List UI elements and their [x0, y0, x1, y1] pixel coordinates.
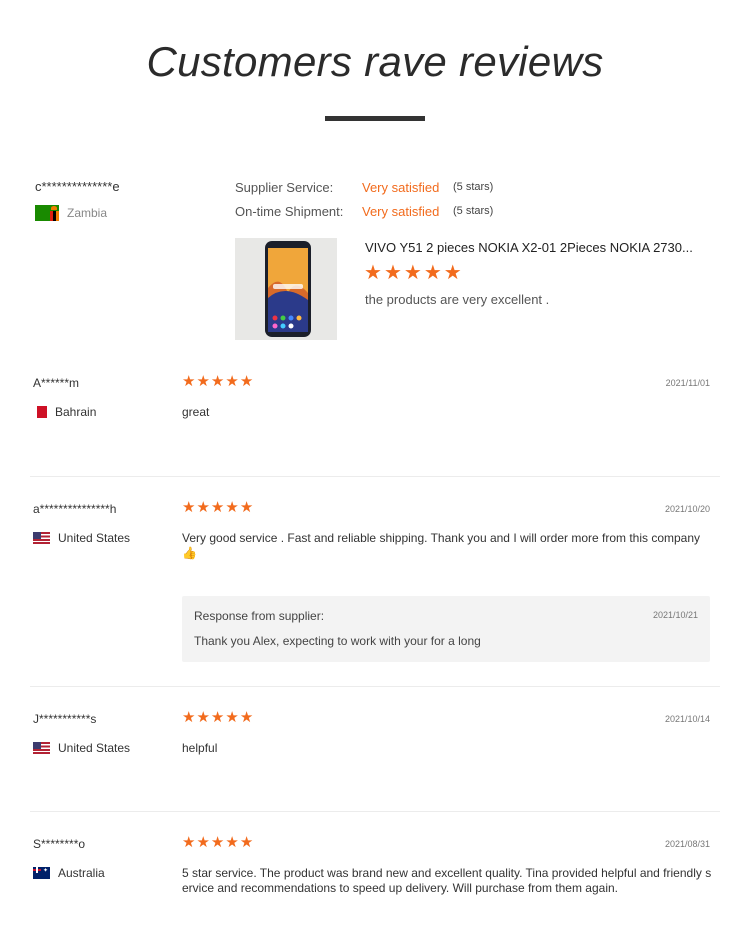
bahrain-flag-icon	[33, 406, 47, 418]
review-rating: ★ ★ ★ ★ ★	[182, 500, 253, 516]
star-icon: ★	[225, 373, 239, 390]
star-icon: ★	[239, 373, 254, 390]
review-date: 2021/10/20	[664, 504, 710, 514]
review-text: great	[182, 405, 210, 419]
star-icon: ★	[210, 499, 225, 516]
star-icon: ★	[403, 262, 422, 284]
star-icon: ★	[225, 709, 239, 726]
product-rating: ★ ★ ★ ★ ★	[364, 263, 462, 283]
shipment-stars: (5 stars)	[453, 205, 494, 217]
featured-reviewer-country: Zambia	[35, 205, 107, 221]
review-date: 2021/11/01	[665, 378, 710, 388]
star-icon: ★	[196, 709, 210, 726]
star-icon: ★	[196, 373, 210, 390]
star-icon: ★	[182, 834, 196, 851]
country-label: United States	[58, 531, 131, 545]
star-icon: ★	[210, 834, 225, 851]
supplier-service-value: Very satisfied	[362, 180, 440, 195]
star-icon: ★	[210, 373, 225, 390]
response-date: 2021/10/21	[652, 610, 698, 620]
country-label: Australia	[58, 866, 105, 880]
star-icon: ★	[210, 709, 225, 726]
star-icon: ★	[239, 499, 254, 516]
star-icon: ★	[383, 262, 402, 284]
divider	[30, 811, 720, 812]
featured-country-label: Zambia	[67, 206, 108, 220]
star-icon: ★	[239, 709, 254, 726]
review-text: Very good service . Fast and reliable sh…	[182, 531, 701, 560]
reviewer-name: S********o	[33, 837, 86, 851]
reviewer-country: United States	[33, 531, 130, 545]
review-text: helpful	[182, 741, 218, 755]
star-icon: ★	[423, 262, 442, 284]
star-icon: ★	[182, 499, 196, 516]
title-underline	[325, 116, 425, 121]
shipment-value: Very satisfied	[362, 204, 440, 219]
us-flag-icon	[33, 742, 50, 754]
reviewer-country: United States	[33, 741, 130, 755]
us-flag-icon	[33, 532, 50, 544]
country-label: United States	[58, 741, 131, 755]
shipment-label: On-time Shipment:	[235, 204, 344, 219]
supplier-response: Response from supplier: 2021/10/21 Thank…	[182, 596, 710, 662]
review-rating: ★ ★ ★ ★ ★	[182, 835, 253, 851]
supplier-service-label: Supplier Service:	[235, 180, 334, 195]
product-comment: the products are very excellent .	[365, 292, 550, 307]
star-icon: ★	[182, 709, 196, 726]
divider	[30, 686, 720, 687]
review-rating: ★ ★ ★ ★ ★	[182, 374, 253, 390]
response-label: Response from supplier:	[194, 609, 325, 623]
review-text: 5 star service. The product was brand ne…	[182, 866, 712, 895]
star-icon: ★	[239, 834, 254, 851]
star-icon: ★	[182, 373, 196, 390]
reviewer-country: Australia	[33, 866, 105, 880]
star-icon: ★	[364, 262, 382, 284]
reviewer-country: Bahrain	[33, 405, 96, 419]
star-icon: ★	[225, 834, 239, 851]
star-icon: ★	[443, 262, 462, 284]
star-icon: ★	[196, 834, 210, 851]
response-text: Thank you Alex, expecting to work with y…	[194, 634, 481, 648]
product-image[interactable]	[235, 238, 337, 340]
review-date: 2021/10/14	[664, 714, 710, 724]
supplier-service-stars: (5 stars)	[453, 181, 494, 193]
featured-reviewer-name: c**************e	[35, 179, 120, 194]
reviewer-name: J***********s	[33, 712, 97, 726]
product-title[interactable]: VIVO Y51 2 pieces NOKIA X2-01 2Pieces NO…	[365, 240, 710, 255]
zambia-flag-icon	[35, 205, 59, 221]
country-label: Bahrain	[55, 405, 97, 419]
reviewer-name: A******m	[33, 376, 80, 390]
australia-flag-icon	[33, 867, 50, 879]
review-date: 2021/08/31	[664, 839, 710, 849]
page-title: Customers rave reviews	[146, 38, 604, 85]
divider	[30, 476, 720, 477]
star-icon: ★	[225, 499, 239, 516]
review-rating: ★ ★ ★ ★ ★	[182, 710, 253, 726]
reviewer-name: a***************h	[33, 502, 117, 516]
star-icon: ★	[196, 499, 210, 516]
